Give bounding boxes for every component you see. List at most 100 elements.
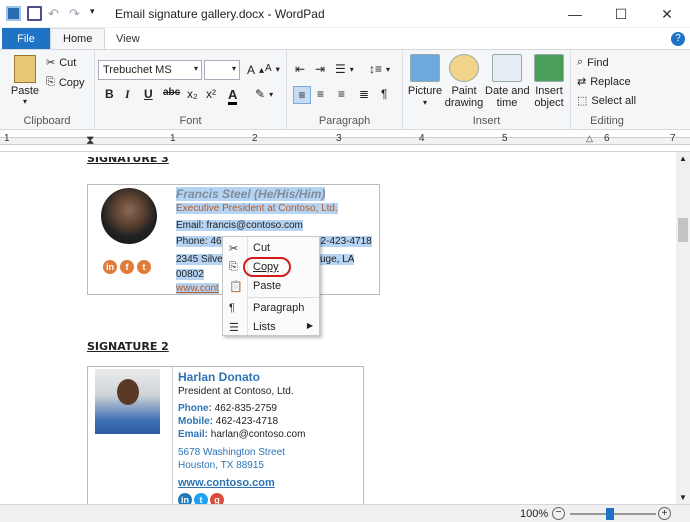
select-all-label: Select all [591, 94, 637, 107]
increase-indent-button[interactable]: ⇥ [315, 62, 325, 76]
mobile-value: 462-423-4718 [215, 416, 279, 427]
picture-button[interactable]: Picture ▾ [407, 54, 443, 109]
grow-font-button[interactable]: A ▴ [247, 63, 264, 77]
font-group: Trebuchet MS ▾ ▾ A ▴ A ▾ B I U abc x₂ x² A … [95, 50, 287, 130]
line-spacing-button[interactable]: ↕≡ ▾ [369, 62, 390, 76]
menu-item-paste[interactable]: 📋 Paste [223, 277, 321, 296]
signature-email: Email: francis@contoso.com [176, 220, 303, 231]
copy-icon: ⎘ [229, 261, 238, 273]
select-all-button[interactable]: ⬚ Select all [577, 94, 637, 108]
shrink-font-button[interactable]: A ▾ [265, 63, 280, 74]
signature-address-rest: uge, LA [320, 254, 355, 265]
right-indent-marker-icon[interactable]: △ [586, 133, 593, 144]
facebook-icon[interactable]: f [120, 260, 134, 274]
menu-item-cut[interactable]: ✂ Cut [223, 239, 321, 258]
paragraph-icon: ¶ [381, 87, 388, 101]
bullets-button[interactable]: ☰ ▾ [335, 62, 354, 76]
paste-button[interactable]: Paste ▾ [8, 55, 42, 106]
picture-label: Picture [407, 85, 443, 97]
menu-item-lists[interactable]: ☰ Lists ▶ [223, 318, 321, 337]
paste-label: Paste [10, 85, 40, 97]
signature-address-line2: Houston, TX 88915 [178, 460, 264, 471]
menu-item-label: Paste [253, 280, 282, 292]
tab-view[interactable]: View [104, 28, 152, 49]
twitter-icon[interactable]: t [137, 260, 151, 274]
paint-drawing-label: Paint drawing [444, 85, 484, 109]
align-center-icon: ≡ [317, 87, 325, 101]
paint-drawing-button[interactable]: Paint drawing [443, 54, 485, 109]
subscript-button[interactable]: x₂ [187, 87, 198, 101]
signature-2-card: Harlan Donato President at Contoso, Ltd.… [87, 366, 364, 504]
font-family-select[interactable]: Trebuchet MS ▾ [98, 60, 202, 80]
zoom-slider-thumb[interactable] [606, 508, 614, 520]
list-bullets-icon: ☰ [335, 62, 346, 76]
minimize-button[interactable]: — [552, 0, 598, 28]
twitter-icon[interactable]: t [194, 493, 208, 504]
zoom-out-icon[interactable]: − [552, 507, 565, 520]
insert-group-label: Insert [472, 115, 501, 127]
highlighter-icon: ✎ [255, 87, 266, 101]
indent-icon: ⇥ [315, 62, 326, 76]
replace-label: Replace [590, 75, 631, 88]
signature-phone-rest: 62-423-4718 [315, 236, 372, 247]
linkedin-icon[interactable]: in [103, 260, 117, 274]
scroll-down-icon[interactable]: ▼ [679, 493, 687, 502]
ruler-number: 6 [604, 133, 610, 144]
email-value: harlan@contoso.com [210, 429, 306, 440]
help-icon[interactable]: ? [671, 32, 685, 46]
zoom-in-icon[interactable]: + [658, 507, 671, 520]
maximize-button[interactable]: ☐ [598, 0, 644, 28]
phone-value: 462-835-2759 [214, 403, 277, 414]
paragraph-dialog-button[interactable]: ¶ [381, 87, 387, 101]
menu-item-label: Lists [253, 321, 276, 333]
replace-button[interactable]: ⇄ Replace [577, 75, 631, 89]
font-size-select[interactable]: ▾ [204, 60, 240, 80]
signature-title: President at Contoso, Ltd. [178, 386, 294, 397]
superscript-button[interactable]: x² [206, 87, 216, 101]
bold-button[interactable]: B [105, 87, 114, 101]
undo-icon[interactable]: ↶ [48, 6, 63, 21]
decrease-indent-button[interactable]: ⇤ [295, 62, 305, 76]
wordpad-app-icon [6, 6, 21, 21]
cut-button[interactable]: ✂ Cut [46, 56, 77, 70]
outdent-icon: ⇤ [295, 62, 306, 76]
underline-button[interactable]: U [144, 87, 153, 101]
tab-home[interactable]: Home [50, 28, 106, 49]
signature-address: 2345 Silver [176, 254, 227, 265]
paragraph-group-label: Paragraph [318, 115, 371, 127]
scroll-thumb[interactable] [678, 218, 688, 242]
italic-button[interactable]: I [125, 87, 130, 102]
google-plus-icon[interactable]: g [210, 493, 224, 504]
ruler[interactable]: 1 ⧗ 1 2 3 4 5 △ 6 7 [0, 130, 690, 152]
redo-icon[interactable]: ↷ [69, 6, 84, 21]
tab-file[interactable]: File [2, 28, 50, 49]
signature-phone: Phone: 462-835-2759 [178, 403, 277, 414]
font-color-button[interactable]: A [228, 87, 238, 105]
document-area[interactable]: SIGNATURE 3 in f t Francis Steel (He/His… [0, 152, 676, 504]
font-group-label: Font [179, 115, 202, 127]
copy-button[interactable]: ⎘ Copy [46, 76, 85, 89]
find-button[interactable]: ⌕ Find [577, 56, 609, 69]
date-time-button[interactable]: Date and time [485, 54, 530, 109]
strikethrough-button[interactable]: abc [163, 87, 180, 98]
vertical-scrollbar[interactable]: ▲ ▼ [676, 152, 690, 504]
align-center-button[interactable]: ≡ [317, 87, 324, 101]
align-right-button[interactable]: ≡ [338, 87, 345, 101]
signature-website-link[interactable]: www.cont [176, 283, 219, 294]
ribbon: Paste ▾ ✂ Cut ⎘ Copy Clipboard Trebuchet M… [0, 49, 690, 130]
insert-object-button[interactable]: Insert object [529, 54, 569, 109]
customize-qat-icon[interactable]: ▾ [90, 6, 105, 21]
cut-label: Cut [59, 56, 77, 69]
scroll-up-icon[interactable]: ▲ [679, 154, 687, 163]
signature-website-link[interactable]: www.contoso.com [178, 477, 275, 489]
save-icon[interactable] [27, 6, 42, 21]
menu-item-paragraph[interactable]: ¶ Paragraph [223, 299, 321, 318]
linkedin-icon[interactable]: in [178, 493, 192, 504]
copy-label: Copy [58, 76, 85, 89]
justify-button[interactable]: ≣ [359, 87, 369, 101]
close-button[interactable]: ✕ [644, 0, 690, 28]
indent-marker-icon[interactable]: ⧗ [86, 133, 94, 148]
align-left-button[interactable]: ≡ [293, 86, 311, 104]
signature-name: Francis Steel (He/His/Him) [176, 187, 326, 201]
highlight-color-button[interactable]: ✎ ▾ [255, 87, 273, 101]
